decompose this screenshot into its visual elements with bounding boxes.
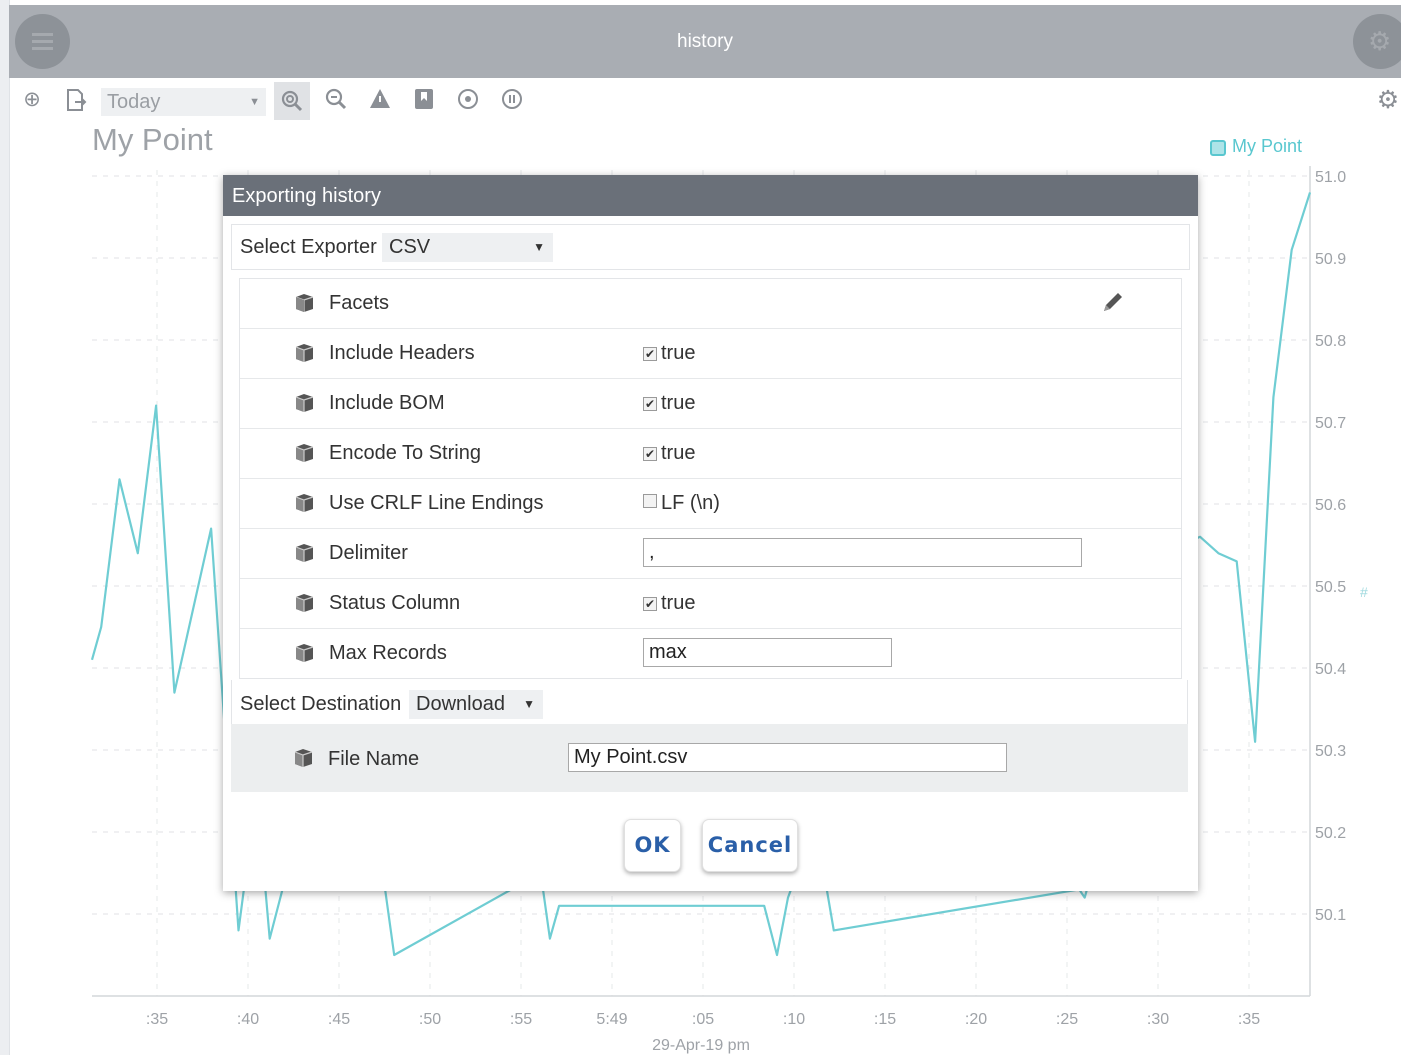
exporter-section: Select Exporter CSV ▼ xyxy=(231,224,1190,270)
property-icon xyxy=(295,644,314,662)
checkbox-label: true xyxy=(661,392,696,414)
include-headers-checkbox[interactable]: ✔ xyxy=(643,347,657,361)
property-icon xyxy=(295,394,314,412)
x-tick-label: :10 xyxy=(783,1011,805,1028)
x-tick-label: :05 xyxy=(692,1011,714,1028)
property-row-delimiter: Delimiter xyxy=(240,529,1181,579)
file-name-label: File Name xyxy=(328,748,420,770)
exporter-row: Select Exporter CSV ▼ xyxy=(232,225,1189,270)
property-icon xyxy=(294,749,313,767)
x-tick-label: :35 xyxy=(1238,1011,1260,1028)
property-value: ✔ true xyxy=(643,592,695,615)
property-value: ✔ true xyxy=(643,342,695,365)
crlf-checkbox[interactable] xyxy=(643,494,657,508)
y-tick-label: 50.5 xyxy=(1315,579,1346,596)
x-tick-label: :45 xyxy=(328,1011,350,1028)
file-name-input[interactable] xyxy=(568,743,1007,772)
property-label: Facets xyxy=(329,292,390,314)
cancel-button[interactable]: Cancel xyxy=(702,819,798,872)
include-bom-checkbox[interactable]: ✔ xyxy=(643,397,657,411)
y-tick-label: 50.8 xyxy=(1315,333,1346,350)
property-label: Encode To String xyxy=(329,442,481,464)
checkbox-label: true xyxy=(661,442,696,464)
dialog-title: Exporting history xyxy=(223,175,1198,216)
checkbox-label: LF (\n) xyxy=(661,492,720,514)
property-icon xyxy=(295,344,314,362)
y-tick-label: 51.0 xyxy=(1315,169,1346,186)
destination-value: Download xyxy=(416,693,505,715)
y-tick-label: 50.3 xyxy=(1315,743,1346,760)
property-value: ✔ true xyxy=(643,442,695,465)
property-icon xyxy=(295,444,314,462)
x-tick-label: :50 xyxy=(419,1011,441,1028)
chevron-down-icon: ▼ xyxy=(523,697,535,711)
exporter-label: Select Exporter xyxy=(240,236,377,258)
x-tick-label: 5:49 xyxy=(596,1011,627,1028)
property-icon xyxy=(295,494,314,512)
destination-label: Select Destination xyxy=(240,693,402,715)
property-icon xyxy=(295,544,314,562)
x-tick-label: :40 xyxy=(237,1011,259,1028)
exporter-select[interactable]: CSV ▼ xyxy=(382,233,553,262)
max-records-input[interactable] xyxy=(643,638,892,667)
property-row-encode-to-string: Encode To String ✔ true xyxy=(240,429,1181,479)
ok-button[interactable]: OK xyxy=(624,819,681,872)
status-column-checkbox[interactable]: ✔ xyxy=(643,597,657,611)
property-label: Max Records xyxy=(329,642,447,664)
property-row-include-bom: Include BOM ✔ true xyxy=(240,379,1181,429)
property-value: LF (\n) xyxy=(643,492,720,515)
property-value: ✔ true xyxy=(643,392,695,415)
exporter-properties: Facets Include Headers ✔ true Include BOM… xyxy=(239,278,1182,679)
x-axis-date-label: 29-Apr-19 pm xyxy=(652,1037,750,1054)
file-name-row: File Name xyxy=(231,724,1188,792)
destination-select[interactable]: Download ▼ xyxy=(409,690,543,719)
y-tick-label: 50.2 xyxy=(1315,825,1346,842)
property-row-facets: Facets xyxy=(240,279,1181,329)
y-tick-label: 50.1 xyxy=(1315,907,1346,924)
export-dialog: Exporting history Select Exporter CSV ▼ … xyxy=(223,175,1198,891)
delimiter-input[interactable] xyxy=(643,538,1082,567)
property-label: Include Headers xyxy=(329,342,475,364)
checkbox-label: true xyxy=(661,592,696,614)
exporter-value: CSV xyxy=(389,236,431,258)
encode-to-string-checkbox[interactable]: ✔ xyxy=(643,447,657,461)
x-tick-label: :15 xyxy=(874,1011,896,1028)
property-row-status-column: Status Column ✔ true xyxy=(240,579,1181,629)
property-label: Use CRLF Line Endings xyxy=(329,492,544,514)
x-tick-label: :20 xyxy=(965,1011,987,1028)
property-row-max-records: Max Records xyxy=(240,629,1181,678)
property-label: Delimiter xyxy=(329,542,408,564)
property-row-include-headers: Include Headers ✔ true xyxy=(240,329,1181,379)
property-label: Include BOM xyxy=(329,392,445,414)
x-tick-label: :30 xyxy=(1147,1011,1169,1028)
x-tick-label: :35 xyxy=(146,1011,168,1028)
x-tick-label: :55 xyxy=(510,1011,532,1028)
y-tick-label: 50.7 xyxy=(1315,415,1346,432)
destination-row: Select Destination Download ▼ xyxy=(231,680,1188,724)
y-tick-label: 50.9 xyxy=(1315,251,1346,268)
property-icon xyxy=(295,294,314,312)
property-row-crlf: Use CRLF Line Endings LF (\n) xyxy=(240,479,1181,529)
x-tick-label: :25 xyxy=(1056,1011,1078,1028)
hash-icon: # xyxy=(1360,584,1368,600)
property-label: Status Column xyxy=(329,592,461,614)
y-tick-label: 50.6 xyxy=(1315,497,1346,514)
y-tick-label: 50.4 xyxy=(1315,661,1346,678)
property-icon xyxy=(295,594,314,612)
pencil-icon[interactable] xyxy=(1100,289,1126,315)
chevron-down-icon: ▼ xyxy=(533,240,545,254)
checkbox-label: true xyxy=(661,342,696,364)
